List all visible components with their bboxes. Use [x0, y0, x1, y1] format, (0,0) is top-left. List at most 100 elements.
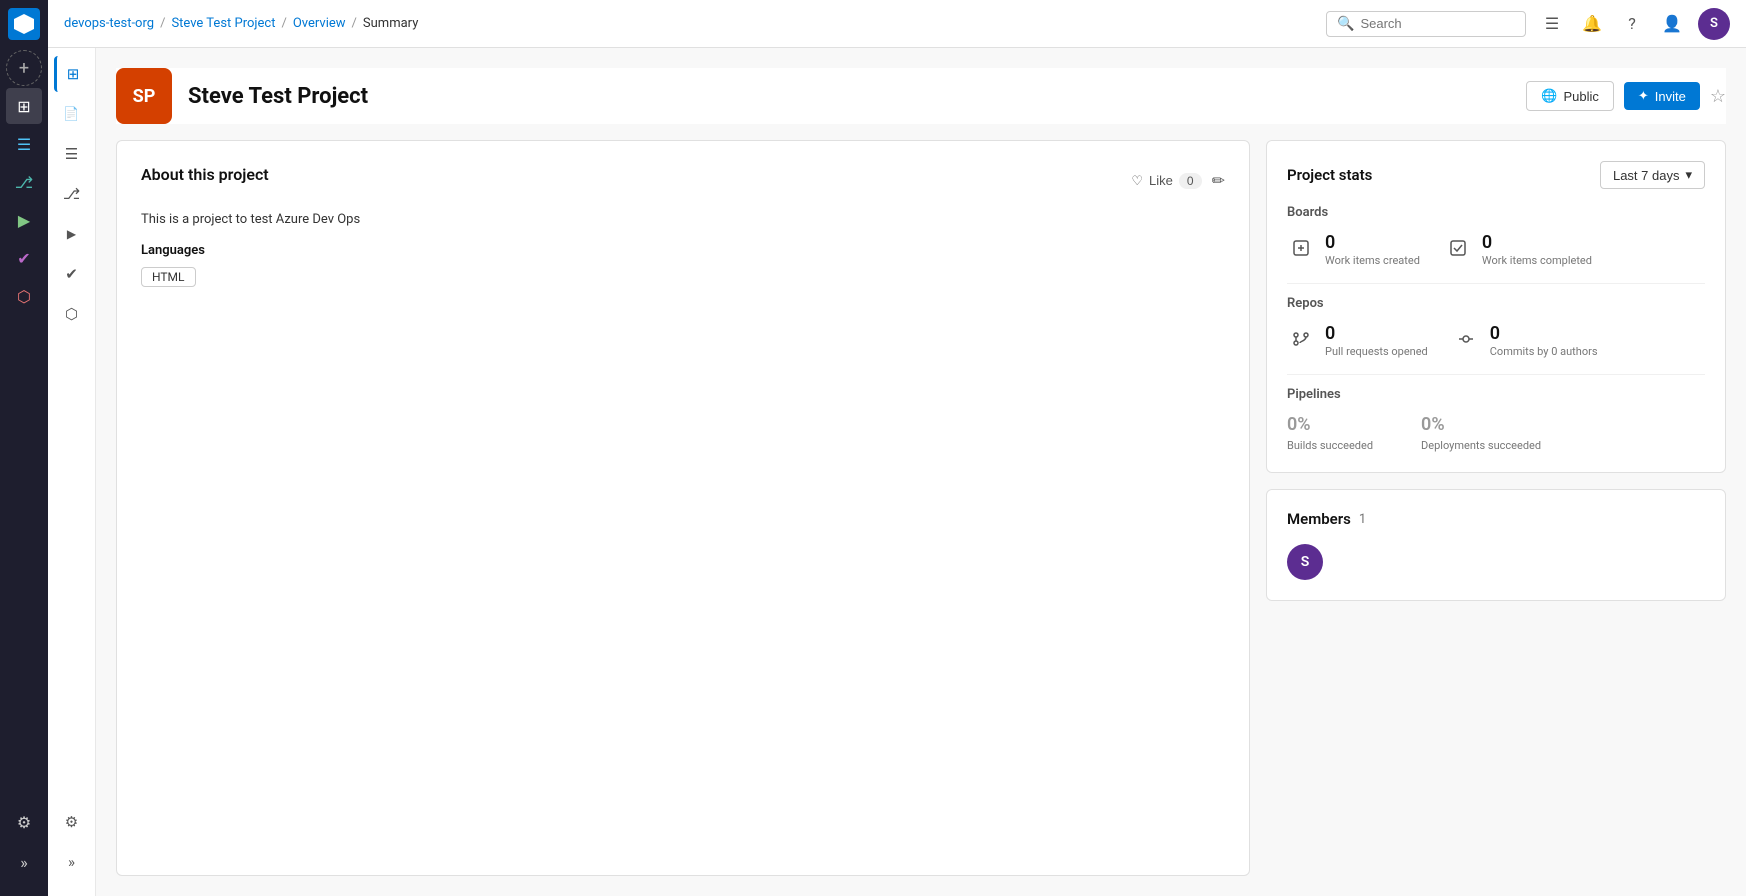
nav-right: 🔍 ☰ 🔔 ? 👤 S	[1326, 8, 1730, 40]
rail-item-artifacts[interactable]: ⬡	[6, 278, 42, 314]
invite-button[interactable]: ✦ Invite	[1624, 82, 1700, 110]
globe-icon: 🌐	[1541, 88, 1557, 104]
member-avatar-s[interactable]: S	[1287, 544, 1323, 580]
deployments-label: Deployments succeeded	[1421, 439, 1541, 452]
help-icon[interactable]: ?	[1618, 10, 1646, 38]
members-card: Members 1 S	[1266, 489, 1726, 601]
project-stats-card: Project stats Last 7 days ▾ Boards	[1266, 140, 1726, 473]
breadcrumb-overview[interactable]: Overview	[293, 16, 346, 31]
notifications-icon[interactable]: 🔔	[1578, 10, 1606, 38]
about-title: About this project	[141, 165, 269, 184]
about-card: About this project ♡ Like 0 ✏ This is a …	[116, 140, 1250, 876]
languages-label: Languages	[141, 243, 1225, 258]
project-avatar: SP	[116, 68, 172, 124]
breadcrumb: devops-test-org / Steve Test Project / O…	[64, 16, 1318, 31]
chevron-down-icon: ▾	[1685, 167, 1692, 183]
repos-section-title: Repos	[1287, 296, 1705, 311]
breadcrumb-project[interactable]: Steve Test Project	[171, 16, 275, 31]
about-description: This is a project to test Azure Dev Ops	[141, 212, 1225, 227]
work-items-completed-count: 0	[1482, 232, 1592, 253]
expand-rail-icon[interactable]: »	[6, 844, 42, 880]
rail-item-testplans[interactable]: ✔	[6, 240, 42, 276]
repos-stats-row: 0 Pull requests opened	[1287, 323, 1705, 358]
boards-section-title: Boards	[1287, 205, 1705, 220]
about-actions: ♡ Like 0 ✏	[1131, 171, 1225, 191]
breadcrumb-sep-2: /	[281, 16, 286, 31]
pull-requests-count: 0	[1325, 323, 1428, 344]
list-view-icon[interactable]: ☰	[1538, 10, 1566, 38]
pipelines-section-title: Pipelines	[1287, 387, 1705, 402]
rail-item-boards[interactable]: ☰	[6, 126, 42, 162]
stats-card-title: Project stats	[1287, 166, 1372, 184]
project-header: SP Steve Test Project 🌐 Public ✦ Invite …	[116, 68, 1726, 124]
breadcrumb-sep-3: /	[352, 16, 357, 31]
settings-icon[interactable]: ⚙	[6, 804, 42, 840]
left-nav-boards[interactable]: ☰	[54, 136, 90, 172]
work-items-created-label: Work items created	[1325, 254, 1420, 267]
header-actions: 🌐 Public ✦ Invite ☆	[1526, 81, 1726, 111]
people-icon[interactable]: 👤	[1658, 10, 1686, 38]
project-name: Steve Test Project	[188, 84, 368, 109]
add-project-button[interactable]: +	[6, 50, 42, 86]
stats-panel: Project stats Last 7 days ▾ Boards	[1266, 140, 1726, 876]
search-input[interactable]	[1360, 16, 1515, 31]
language-tag-html: HTML	[141, 267, 196, 287]
sidebar-rail: + ⊞ ☰ ⎇ ▶ ✔ ⬡ ⚙ »	[0, 0, 48, 896]
left-nav-wiki[interactable]: 📄	[54, 96, 90, 132]
left-nav: ⊞ 📄 ☰ ⎇ ▶ ✔ ⬡ ⚙ »	[48, 48, 96, 896]
work-items-created-stat: 0 Work items created	[1287, 232, 1420, 267]
left-nav-summary[interactable]: ⊞	[54, 56, 90, 92]
left-nav-settings[interactable]: ⚙	[54, 804, 90, 840]
members-count: 1	[1359, 512, 1366, 527]
left-nav-pipelines[interactable]: ▶	[54, 216, 90, 252]
pull-request-icon	[1287, 325, 1315, 353]
commits-stat: 0 Commits by 0 authors	[1452, 323, 1598, 358]
star-button[interactable]: ☆	[1710, 86, 1726, 107]
commits-icon	[1452, 325, 1480, 353]
pull-requests-label: Pull requests opened	[1325, 345, 1428, 358]
content-area: SP Steve Test Project 🌐 Public ✦ Invite …	[96, 48, 1746, 896]
boards-divider	[1287, 283, 1705, 284]
deployments-stat: 0% Deployments succeeded	[1421, 414, 1541, 452]
search-icon: 🔍	[1337, 16, 1354, 32]
left-nav-repos[interactable]: ⎇	[54, 176, 90, 212]
work-items-completed-icon	[1444, 234, 1472, 262]
builds-stat: 0% Builds succeeded	[1287, 414, 1373, 452]
pipelines-row: 0% Builds succeeded 0% Deployments succe…	[1287, 414, 1705, 452]
search-box[interactable]: 🔍	[1326, 11, 1526, 37]
work-items-completed-stat: 0 Work items completed	[1444, 232, 1592, 267]
commits-count: 0	[1490, 323, 1598, 344]
left-nav-expand[interactable]: »	[54, 844, 90, 880]
breadcrumb-org[interactable]: devops-test-org	[64, 16, 154, 31]
left-nav-testplans[interactable]: ✔	[54, 256, 90, 292]
page-body: ⊞ 📄 ☰ ⎇ ▶ ✔ ⬡ ⚙ » SP Steve Test Project	[48, 48, 1746, 896]
user-avatar[interactable]: S	[1698, 8, 1730, 40]
repos-divider	[1287, 374, 1705, 375]
stats-card-header: Project stats Last 7 days ▾	[1287, 161, 1705, 189]
pull-requests-stat: 0 Pull requests opened	[1287, 323, 1428, 358]
rail-item-repos[interactable]: ⎇	[6, 164, 42, 200]
panels-row: About this project ♡ Like 0 ✏ This is a …	[116, 140, 1726, 876]
members-title: Members	[1287, 510, 1351, 528]
commits-label: Commits by 0 authors	[1490, 345, 1598, 358]
like-button[interactable]: ♡ Like 0	[1131, 173, 1201, 189]
rail-item-overview[interactable]: ⊞	[6, 88, 42, 124]
left-nav-artifacts[interactable]: ⬡	[54, 296, 90, 332]
builds-label: Builds succeeded	[1287, 439, 1373, 452]
visibility-button[interactable]: 🌐 Public	[1526, 81, 1614, 111]
rail-item-pipelines[interactable]: ▶	[6, 202, 42, 238]
like-count: 0	[1179, 173, 1202, 189]
period-selector[interactable]: Last 7 days ▾	[1600, 161, 1705, 189]
builds-pct: 0%	[1287, 414, 1373, 435]
main-area: devops-test-org / Steve Test Project / O…	[48, 0, 1746, 896]
app-logo[interactable]	[8, 8, 40, 40]
breadcrumb-summary: Summary	[363, 16, 418, 31]
about-header: About this project ♡ Like 0 ✏	[141, 165, 1225, 196]
work-items-created-icon	[1287, 234, 1315, 262]
invite-icon: ✦	[1638, 88, 1649, 104]
deployments-pct: 0%	[1421, 414, 1541, 435]
breadcrumb-sep-1: /	[160, 16, 165, 31]
heart-icon: ♡	[1131, 173, 1143, 189]
edit-button[interactable]: ✏	[1212, 171, 1225, 191]
members-header: Members 1	[1287, 510, 1705, 528]
